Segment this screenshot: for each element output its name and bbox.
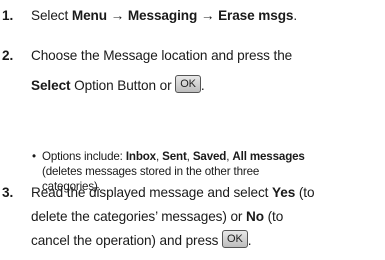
ok-button-icon: OK [175, 75, 201, 94]
step-2-end: . [200, 78, 205, 93]
step-2: 2. Choose the Message location and press… [0, 44, 381, 98]
step-1: 1. Select Menu → Messaging → Erase msgs. [0, 4, 381, 28]
ok-button-icon: OK [222, 230, 248, 249]
option-sent: Sent [162, 150, 187, 163]
messaging-label: Messaging [127, 8, 198, 23]
step-3-line-1: Read the displayed message and select Ye… [31, 181, 381, 205]
erase-msgs-label: Erase msgs [218, 8, 294, 23]
step-3-line-1-b: (to [295, 185, 315, 200]
bullet-line-1: Options include: Inbox, Sent, Saved, All… [42, 149, 382, 164]
yes-label: Yes [272, 185, 296, 200]
step-3-number: 3. [2, 185, 14, 200]
step-3-line-3: cancel the operation) and press OK. [31, 229, 381, 253]
arrow-2: → [200, 8, 215, 23]
menu-label: Menu [71, 8, 107, 23]
step-2-line-1: Choose the Message location and press th… [31, 48, 293, 63]
step-2-line-2: Select Option Button or OK. [31, 74, 381, 98]
step-3: 3. Read the displayed message and select… [0, 181, 381, 253]
no-label: No [246, 209, 264, 224]
bullet-dot: • [32, 150, 36, 163]
instruction-page: 1. Select Menu → Messaging → Erase msgs.… [0, 0, 385, 260]
step-1-suffix: . [293, 8, 298, 23]
step-1-number: 1. [2, 8, 14, 23]
step-2-number: 2. [2, 48, 14, 63]
bullet-line-2: (deletes messages stored in the other th… [42, 165, 260, 178]
option-inbox: Inbox [125, 150, 156, 163]
bullet-intro: Options include: [42, 150, 126, 163]
step-2-text: Choose the Message location and press th… [31, 44, 381, 98]
step-2-mid: Option Button or [70, 78, 176, 93]
step-3-end: . [247, 233, 252, 248]
select-label: Select [31, 78, 71, 93]
arrow-1: → [110, 8, 125, 23]
step-3-line-2-a: delete the categories’ messages) or [31, 209, 247, 224]
option-saved: Saved [192, 150, 227, 163]
step-3-line-1-a: Read the displayed message and select [31, 185, 273, 200]
step-3-text: Read the displayed message and select Ye… [31, 181, 381, 253]
step-1-prefix: Select [31, 8, 72, 23]
step-3-line-2: delete the categories’ messages) or No (… [31, 205, 381, 229]
step-3-line-3-text: cancel the operation) and press [31, 233, 223, 248]
step-1-text: Select Menu → Messaging → Erase msgs. [31, 4, 381, 28]
option-all-messages: All messages [232, 150, 305, 163]
step-3-line-2-b: (to [263, 209, 284, 224]
